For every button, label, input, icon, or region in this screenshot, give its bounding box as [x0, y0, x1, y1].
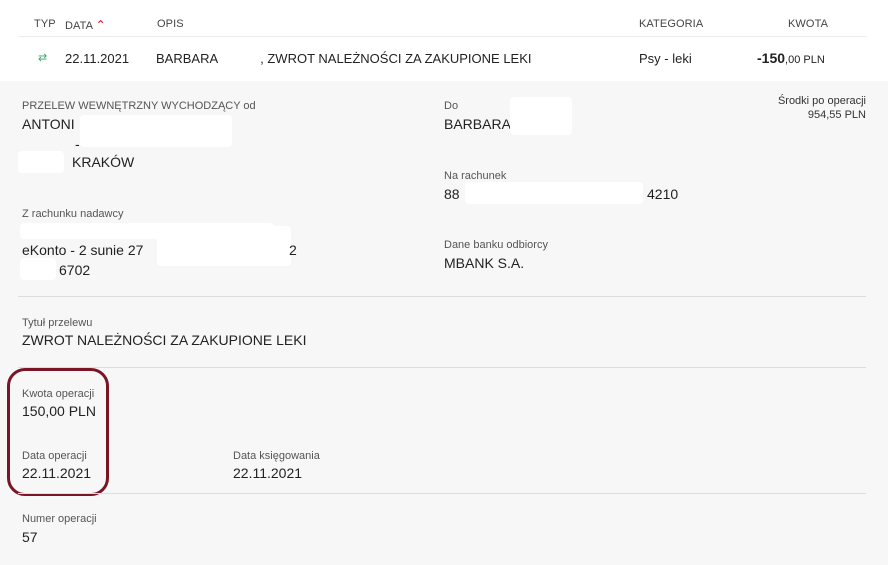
- column-header-opis: OPIS: [157, 18, 184, 30]
- redaction-mask: [18, 151, 64, 173]
- recipient-account-suffix: 4210: [647, 186, 679, 202]
- section-divider: [18, 296, 866, 297]
- transaction-date: 22.11.2021: [65, 51, 130, 66]
- column-header-data-label: DATA: [65, 20, 93, 32]
- transfer-title-value: ZWROT NALEŻNOŚCI ZA ZAKUPIONE LEKI: [22, 332, 307, 348]
- balance-value: 954,55 PLN: [807, 109, 866, 121]
- bank-label: Dane banku odbiorcy: [444, 239, 548, 251]
- highlight-annotation: [7, 368, 109, 496]
- sender-account-last-digits: 6702: [59, 262, 91, 278]
- redaction-mask: [157, 226, 291, 266]
- redaction-mask: [510, 97, 572, 135]
- transaction-amount-integer: -150: [757, 50, 786, 66]
- transfer-type-label: PRZELEW WEWNĘTRZNY WYCHODZĄCY od: [22, 100, 256, 112]
- section-divider: [18, 367, 866, 368]
- sender-account-label: Z rachunku nadawcy: [22, 208, 124, 220]
- operation-number-label: Numer operacji: [22, 513, 97, 525]
- transaction-amount-decimal: ,00 PLN: [785, 54, 825, 66]
- redaction-mask: [80, 115, 232, 147]
- balance-label: Środki po operacji: [777, 95, 866, 107]
- sender-account-fragment: 2: [289, 242, 297, 258]
- transfer-arrows-icon: ⇄: [38, 52, 48, 64]
- sender-city: KRAKÓW: [72, 154, 135, 170]
- transfer-title-label: Tytuł przelewu: [22, 317, 93, 329]
- redaction-mask: [465, 182, 643, 204]
- transaction-amount: -150,00 PLN: [757, 50, 825, 66]
- section-divider: [18, 493, 866, 494]
- recipient-account-prefix: 88: [444, 186, 460, 202]
- redaction-mask: [20, 258, 56, 280]
- sender-name: ANTONI: [22, 116, 75, 132]
- transaction-description-rest: , ZWROT NALEŻNOŚCI ZA ZAKUPIONE LEKI: [260, 51, 532, 66]
- column-header-kategoria: KATEGORIA: [639, 18, 704, 30]
- column-header-typ: TYP: [34, 18, 56, 30]
- recipient-account-label: Na rachunek: [444, 170, 507, 182]
- column-header-kwota: KWOTA: [788, 18, 829, 30]
- sender-dash: -: [75, 136, 80, 152]
- recipient-name: BARBARA: [444, 116, 511, 132]
- transaction-description: BARBARA , ZWROT NALEŻNOŚCI ZA ZAKUPIONE L…: [156, 51, 532, 66]
- sort-ascending-icon[interactable]: ⌃: [96, 18, 106, 32]
- column-header-data[interactable]: DATA ⌃: [65, 18, 106, 32]
- bank-value: MBANK S.A.: [444, 255, 525, 271]
- recipient-label: Do: [444, 100, 459, 112]
- operation-number-value: 57: [22, 529, 38, 545]
- sender-account-name: eKonto - 2 sunie 27: [22, 242, 144, 258]
- booking-date-value: 22.11.2021: [233, 465, 303, 481]
- transaction-recipient: BARBARA: [156, 51, 219, 66]
- transaction-category[interactable]: Psy - leki: [639, 51, 692, 66]
- booking-date-label: Data księgowania: [233, 450, 320, 462]
